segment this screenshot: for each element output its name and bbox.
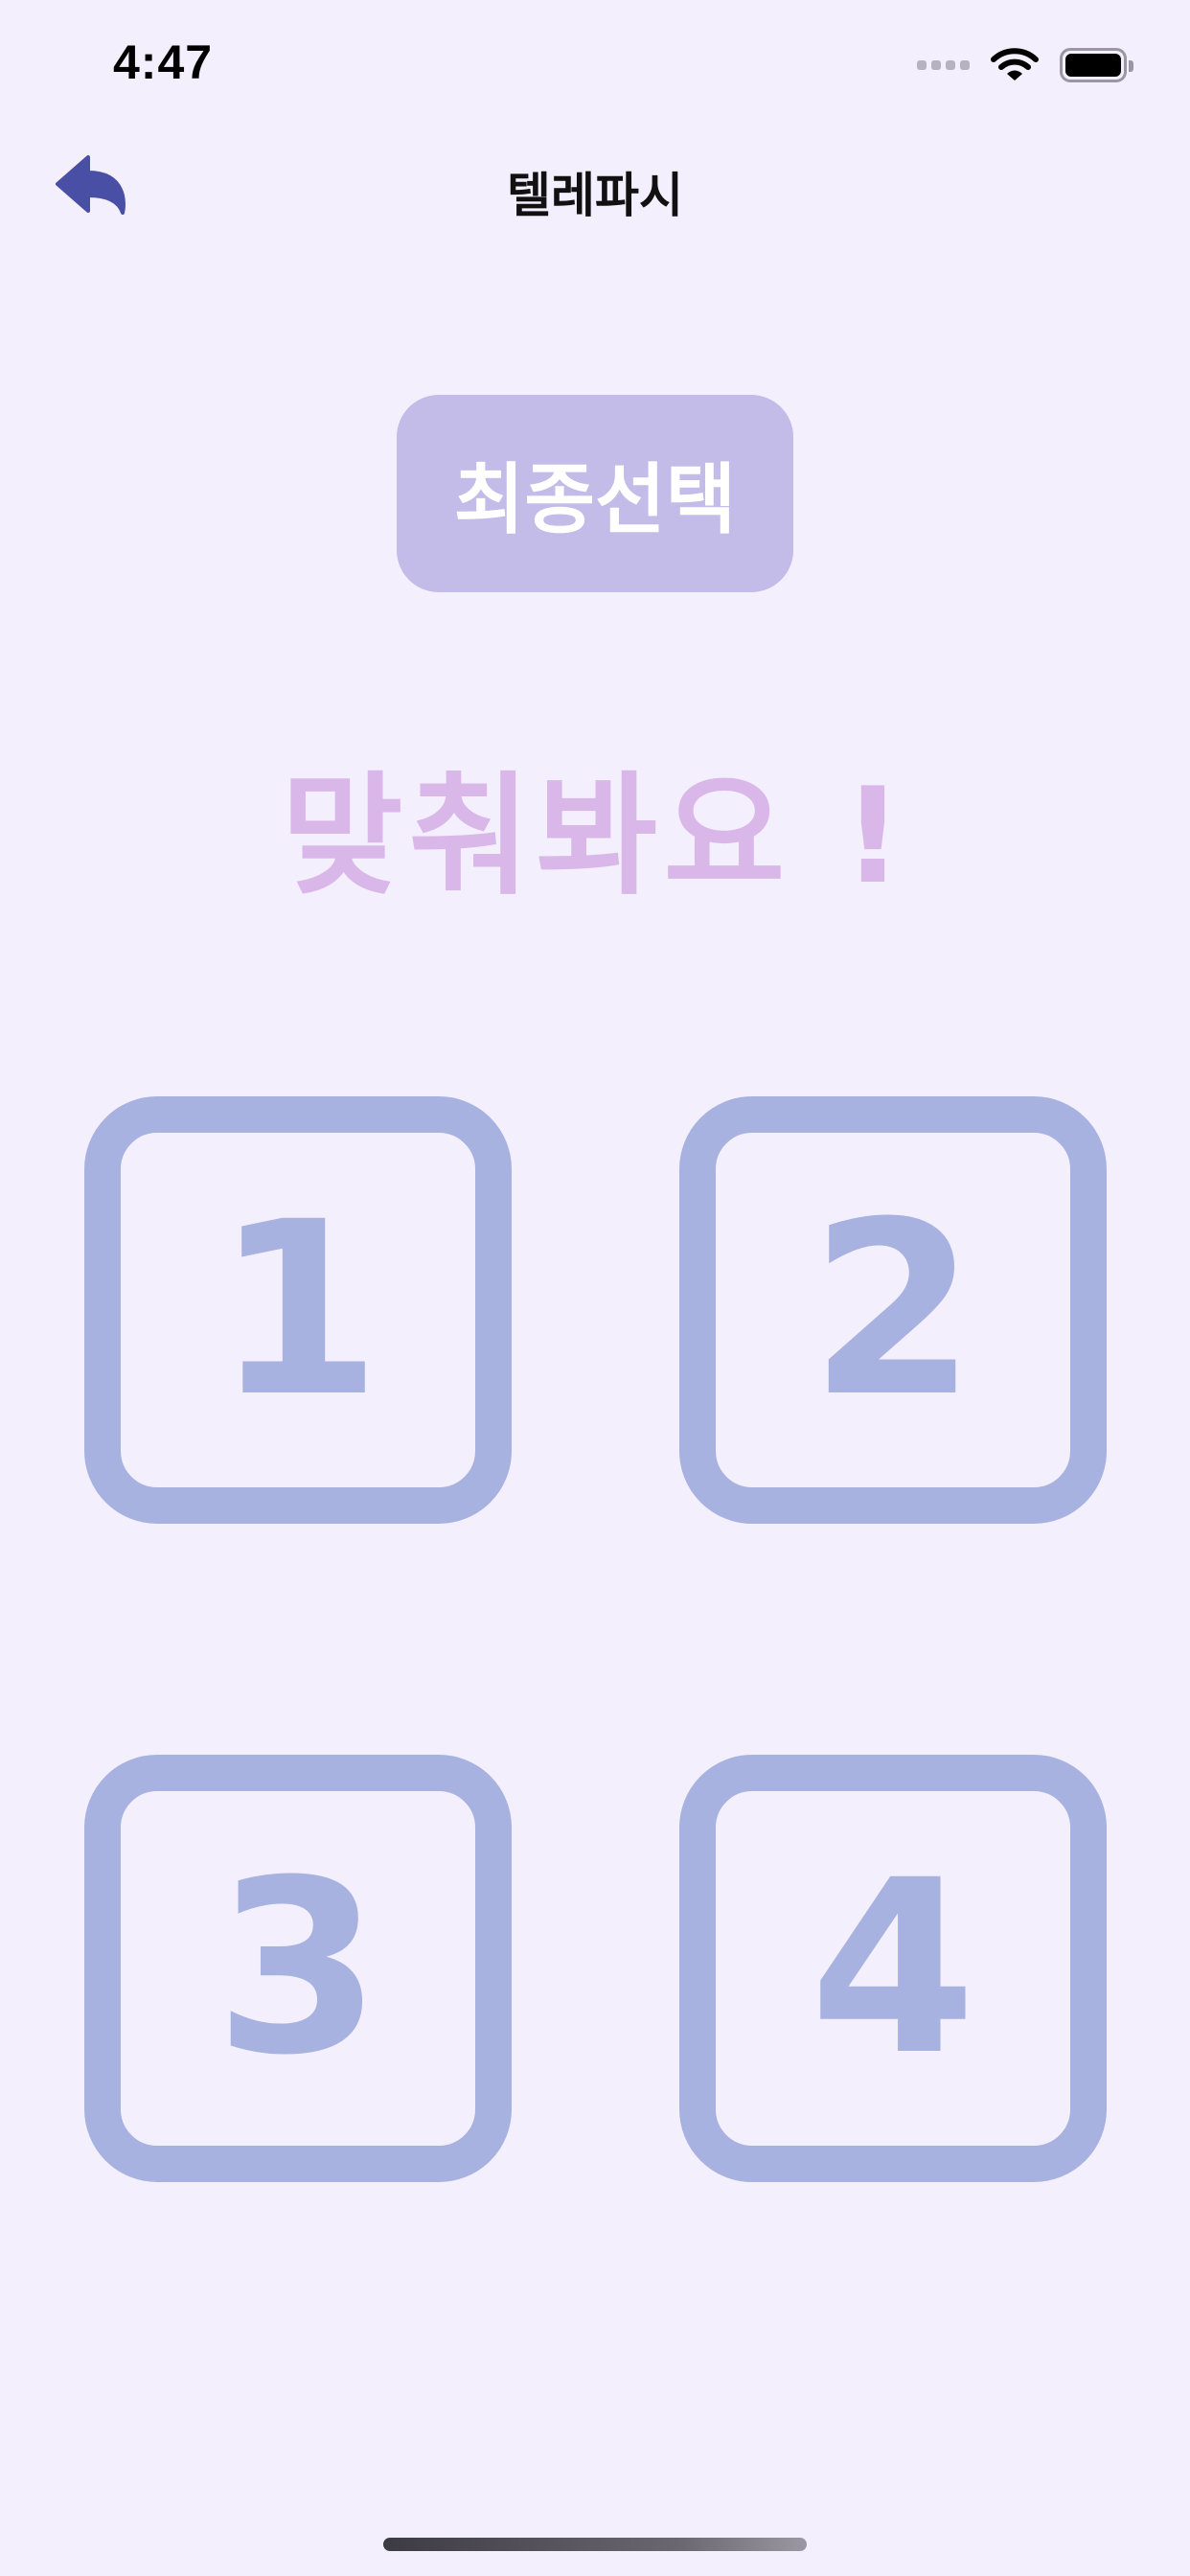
page-title: 텔레파시 <box>507 168 683 223</box>
cellular-signal-icon <box>917 60 970 70</box>
status-time: 4:47 <box>113 35 214 89</box>
final-select-button[interactable]: 최종선택 <box>397 395 793 592</box>
headline: 맞춰봐요 ! <box>281 759 909 913</box>
choice-1-button[interactable]: 1 <box>84 1096 512 1524</box>
choice-number: 3 <box>215 1828 381 2107</box>
choice-number: 4 <box>810 1828 976 2107</box>
screen: 4:47 텔레파시 최종선택 맞춰봐요 ! 1 2 3 4 <box>0 0 1190 2576</box>
wifi-icon <box>991 48 1039 80</box>
choice-4-button[interactable]: 4 <box>679 1755 1107 2182</box>
home-indicator[interactable] <box>383 2538 807 2551</box>
battery-icon <box>1060 48 1133 82</box>
choice-3-button[interactable]: 3 <box>84 1755 512 2182</box>
choice-number: 1 <box>215 1170 381 1449</box>
choice-2-button[interactable]: 2 <box>679 1096 1107 1524</box>
choice-number: 2 <box>810 1170 976 1449</box>
status-icons <box>917 44 1133 86</box>
